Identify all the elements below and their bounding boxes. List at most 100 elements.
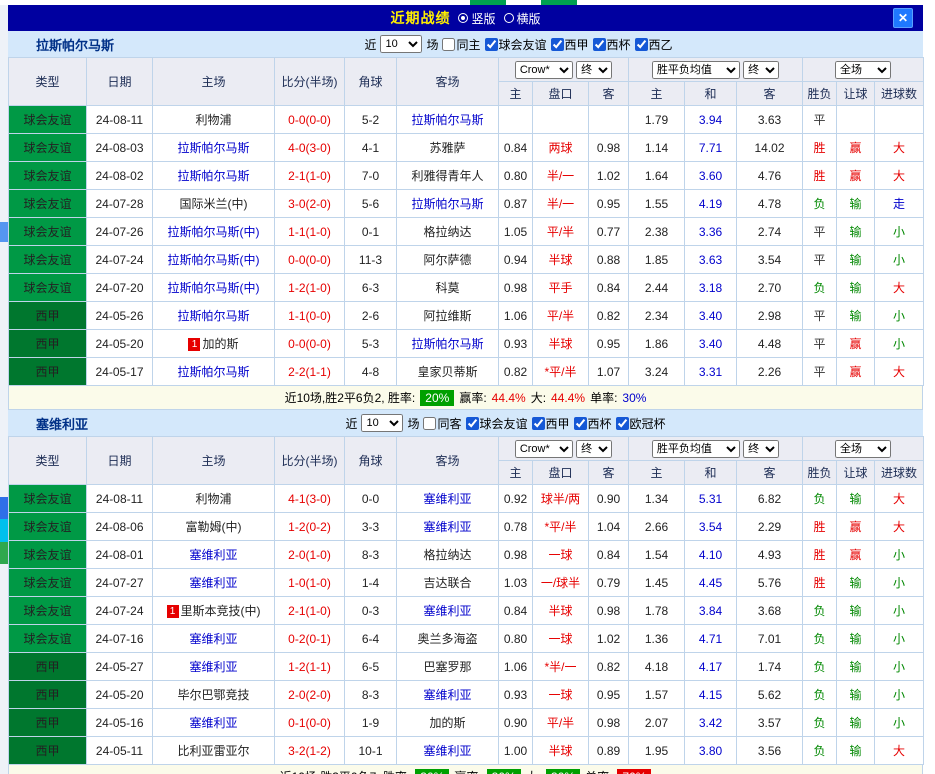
col-corner: 角球: [345, 58, 397, 106]
home-team-name: 拉斯帕尔马斯: [177, 365, 249, 379]
handicap-away-odds: 1.04: [589, 513, 629, 541]
handicap-result: 赢: [837, 513, 875, 541]
bookmaker-select[interactable]: Crow*: [515, 61, 573, 79]
close-button[interactable]: ✕: [893, 8, 913, 28]
win-odds: 2.44: [629, 274, 685, 302]
league-checkbox[interactable]: 西乙: [635, 36, 673, 53]
league-checkbox[interactable]: 球会友谊: [485, 36, 547, 53]
away-team: 加的斯: [397, 709, 499, 737]
stage-select[interactable]: 终: [576, 440, 612, 458]
away-team-name: 拉斯帕尔马斯: [411, 113, 483, 127]
left-edge-artifact: [0, 5, 8, 774]
same-venue-checkbox-input[interactable]: [423, 417, 436, 430]
match-row: 西甲24-05-27塞维利亚1-2(1-1)6-5巴塞罗那1.06*半/一0.8…: [9, 653, 924, 681]
handicap-result: 输: [837, 681, 875, 709]
team-name: 塞维利亚: [36, 414, 88, 433]
col-odds-away: 客: [589, 82, 629, 106]
win-odds: 4.18: [629, 653, 685, 681]
col-score: 比分(半场): [275, 437, 345, 485]
handicap-away-odds: 0.82: [589, 653, 629, 681]
lose-odds: 4.78: [737, 190, 803, 218]
odds-type-select[interactable]: 胜平负均值: [652, 61, 740, 79]
goals-result: 大: [875, 358, 924, 386]
col-lose: 客: [737, 461, 803, 485]
horizontal-layout-radio[interactable]: 横版: [504, 10, 541, 27]
handicap-line: 半球: [533, 597, 589, 625]
stage-select-2[interactable]: 终: [743, 440, 779, 458]
sections-host: 拉斯帕尔马斯近10场同主球会友谊西甲西杯西乙类型日期主场比分(半场)角球客场Cr…: [8, 31, 923, 774]
match-type: 西甲: [9, 653, 87, 681]
league-checkbox-input[interactable]: [551, 38, 564, 51]
same-venue-checkbox[interactable]: 同客: [423, 415, 461, 432]
handicap-line: *平/半: [533, 358, 589, 386]
league-checkbox-input[interactable]: [616, 417, 629, 430]
league-checkbox-input[interactable]: [466, 417, 479, 430]
away-team-name: 阿尔萨德: [423, 253, 471, 267]
result: 负: [803, 681, 837, 709]
goals-result: 小: [875, 302, 924, 330]
away-team: 奥兰多海盗: [397, 625, 499, 653]
period-select[interactable]: 全场: [835, 61, 891, 79]
europe-odds-group: 胜平负均值 终: [629, 437, 803, 461]
match-row: 西甲24-05-11比利亚雷亚尔3-2(1-2)10-1塞维利亚1.00半球0.…: [9, 737, 924, 765]
col-goals: 进球数: [875, 82, 924, 106]
match-type: 球会友谊: [9, 134, 87, 162]
red-card-count: 1: [167, 605, 179, 618]
result: 平: [803, 218, 837, 246]
match-date: 24-08-03: [87, 134, 153, 162]
games-label: 场: [426, 36, 438, 53]
league-checkbox-input[interactable]: [485, 38, 498, 51]
away-team: 吉达联合: [397, 569, 499, 597]
corner-score: 0-0: [345, 485, 397, 513]
score: 2-2(1-1): [275, 358, 345, 386]
score: 4-0(3-0): [275, 134, 345, 162]
draw-odds: 3.42: [685, 709, 737, 737]
handicap-result: 赢: [837, 134, 875, 162]
league-checkbox-input[interactable]: [635, 38, 648, 51]
handicap-away-odds: 0.95: [589, 681, 629, 709]
bookmaker-select[interactable]: Crow*: [515, 440, 573, 458]
odds-type-select[interactable]: 胜平负均值: [652, 440, 740, 458]
league-checkbox[interactable]: 球会友谊: [466, 415, 528, 432]
league-checkbox-input[interactable]: [574, 417, 587, 430]
league-checkbox[interactable]: 西杯: [593, 36, 631, 53]
summary-text: 30%: [622, 391, 646, 405]
match-count-select[interactable]: 10: [361, 414, 403, 432]
left-edge-artifact-block: [0, 222, 8, 242]
stage-select[interactable]: 终: [576, 61, 612, 79]
league-checkbox[interactable]: 西甲: [551, 36, 589, 53]
match-date: 24-07-24: [87, 597, 153, 625]
league-checkbox[interactable]: 西杯: [574, 415, 612, 432]
vertical-layout-radio[interactable]: 竖版: [458, 10, 495, 27]
team-filter-bar: 拉斯帕尔马斯近10场同主球会友谊西甲西杯西乙: [8, 31, 923, 57]
home-team: 比利亚雷亚尔: [153, 737, 275, 765]
league-checkbox-input[interactable]: [593, 38, 606, 51]
handicap-result: 输: [837, 485, 875, 513]
win-odds: 1.95: [629, 737, 685, 765]
away-team: 拉斯帕尔马斯: [397, 190, 499, 218]
match-type: 球会友谊: [9, 162, 87, 190]
match-date: 24-05-26: [87, 302, 153, 330]
col-draw: 和: [685, 461, 737, 485]
left-edge-artifact-block: [0, 497, 8, 519]
league-checkbox[interactable]: 西甲: [532, 415, 570, 432]
same-venue-checkbox-input[interactable]: [442, 38, 455, 51]
league-checkbox-input[interactable]: [532, 417, 545, 430]
handicap-result: 输: [837, 653, 875, 681]
col-type: 类型: [9, 58, 87, 106]
lose-odds: 2.98: [737, 302, 803, 330]
match-date: 24-05-16: [87, 709, 153, 737]
league-checkbox[interactable]: 欧冠杯: [616, 415, 666, 432]
win-odds: 1.64: [629, 162, 685, 190]
stage-select-2[interactable]: 终: [743, 61, 779, 79]
win-odds: 1.57: [629, 681, 685, 709]
col-win: 主: [629, 461, 685, 485]
handicap-line: 一球: [533, 681, 589, 709]
same-venue-checkbox[interactable]: 同主: [442, 36, 480, 53]
score: 1-0(1-0): [275, 569, 345, 597]
result: 负: [803, 597, 837, 625]
away-team-name: 塞维利亚: [423, 604, 471, 618]
home-team: 毕尔巴鄂竞技: [153, 681, 275, 709]
period-select[interactable]: 全场: [835, 440, 891, 458]
match-count-select[interactable]: 10: [380, 35, 422, 53]
